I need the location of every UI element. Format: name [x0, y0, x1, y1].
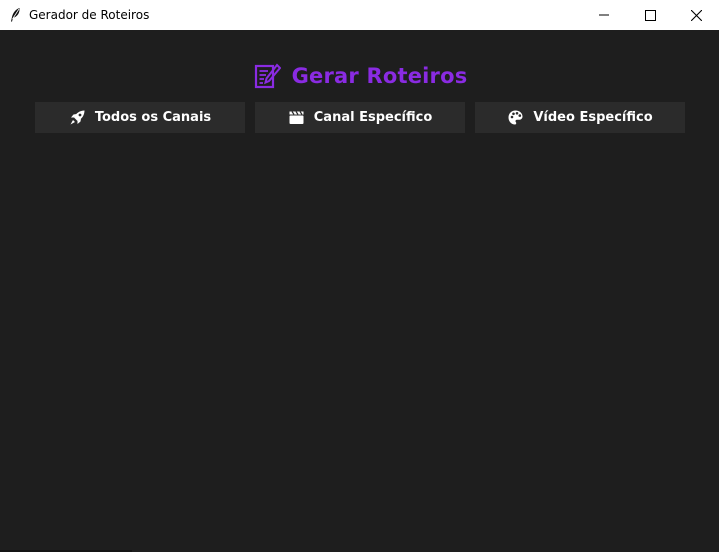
window-controls — [581, 0, 719, 30]
all-channels-button[interactable]: Todos os Canais — [35, 102, 245, 133]
palette-icon — [507, 109, 524, 126]
maximize-button[interactable] — [627, 0, 673, 30]
window-title: Gerador de Roteiros — [29, 8, 150, 22]
minimize-button[interactable] — [581, 0, 627, 30]
close-icon — [690, 9, 702, 21]
page-title: Gerar Roteiros — [291, 64, 468, 88]
rocket-icon — [69, 109, 86, 126]
memo-icon — [252, 61, 282, 91]
minimize-icon — [599, 14, 609, 16]
action-buttons: Todos os Canais Canal Específico Vídeo E… — [35, 102, 685, 133]
main-content: Gerar Roteiros Todos os Canais Canal Esp… — [0, 30, 719, 552]
specific-channel-label: Canal Específico — [313, 110, 433, 125]
page-header: Gerar Roteiros — [0, 59, 719, 93]
title-bar[interactable]: Gerador de Roteiros — [0, 0, 719, 30]
close-button[interactable] — [673, 0, 719, 30]
app-window: Gerador de Roteiros Gerar Roteiros Todos… — [0, 0, 719, 552]
specific-channel-button[interactable]: Canal Específico — [255, 102, 465, 133]
specific-video-label: Vídeo Específico — [533, 110, 653, 125]
clapperboard-icon — [288, 109, 305, 126]
specific-video-button[interactable]: Vídeo Específico — [475, 102, 685, 133]
maximize-icon — [644, 9, 656, 21]
feather-icon — [0, 0, 30, 30]
all-channels-label: Todos os Canais — [94, 110, 212, 125]
